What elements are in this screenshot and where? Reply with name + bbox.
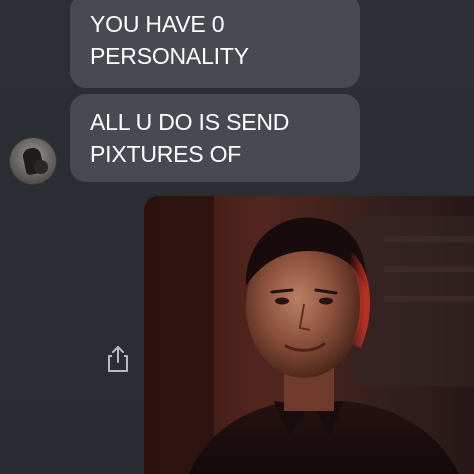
message-text-line: ALL U DO IS SEND	[90, 109, 290, 135]
photo-image	[144, 196, 474, 474]
share-button[interactable]	[104, 344, 132, 374]
message-bubble[interactable]: YOU HAVE 0 PERSONALITY	[70, 0, 360, 88]
message-bubble[interactable]: ALL U DO IS SEND PIXTURES OF	[70, 94, 360, 182]
photo-attachment[interactable]	[144, 196, 474, 474]
share-icon	[108, 346, 128, 372]
message-text-line: PERSONALITY	[90, 43, 249, 69]
message-text-line: YOU HAVE 0	[90, 11, 225, 37]
chat-screen: YOU HAVE 0 PERSONALITY ALL U DO IS SEND …	[0, 0, 474, 474]
message-text-line: PIXTURES OF	[90, 141, 242, 167]
sender-avatar[interactable]	[10, 138, 56, 184]
avatar-figure-detail	[34, 160, 48, 174]
